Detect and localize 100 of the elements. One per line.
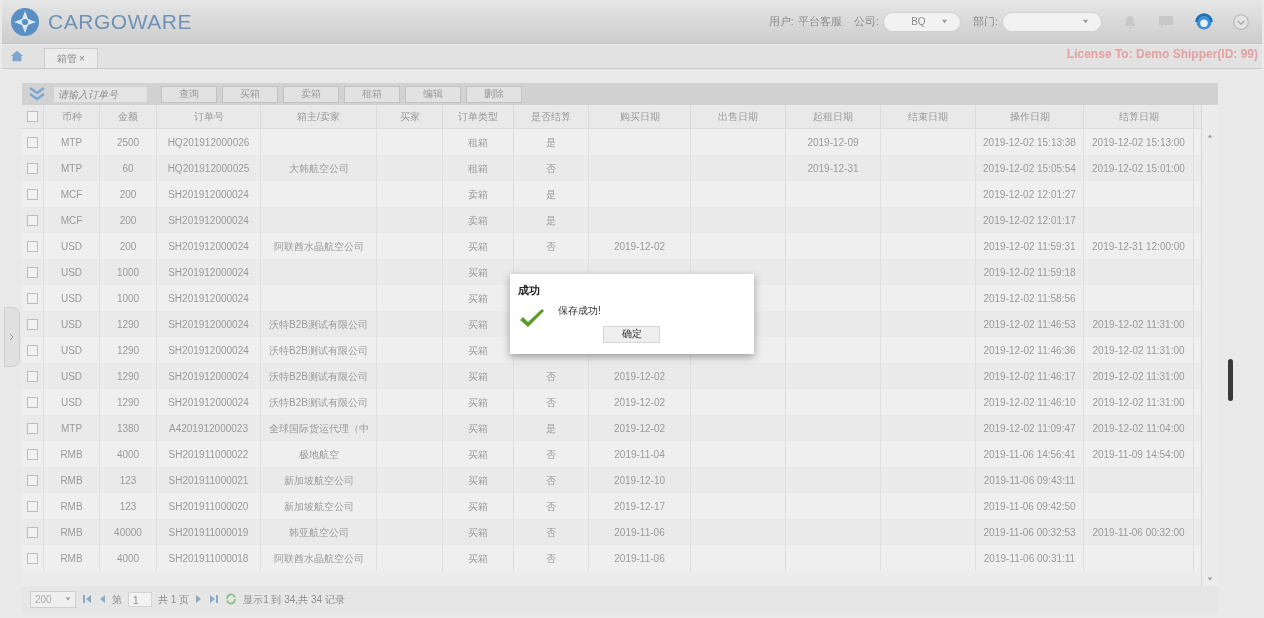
row-checkbox[interactable]	[27, 266, 38, 278]
table-cell-text: 2019-12-09	[807, 135, 859, 150]
table-cell-text: SH201911000019	[168, 525, 249, 540]
table-cell-text: 阿联酋水晶航空公司	[273, 551, 364, 566]
table-cell-text: SH201912000024	[168, 187, 249, 202]
logo-icon	[10, 6, 40, 37]
column-header[interactable]: 订单号	[193, 109, 224, 124]
table-cell-text: 买箱	[468, 317, 488, 332]
table-cell-text: RMB	[60, 473, 83, 488]
table-cell-text: 1380	[116, 421, 140, 436]
table-cell-text: 40000	[114, 525, 142, 540]
toolbar-button[interactable]: 删除	[466, 85, 522, 103]
table-cell-text: 新加坡航空公司	[283, 473, 354, 488]
row-checkbox[interactable]	[27, 188, 38, 200]
table-cell-text: USD	[60, 265, 83, 280]
row-checkbox[interactable]	[27, 136, 38, 148]
app-logo-text: CARGOWARE	[48, 8, 192, 35]
table-cell-text: 2019-12-02 11:31:00	[1092, 395, 1185, 410]
table-cell-text: 新加坡航空公司	[283, 499, 354, 514]
column-header[interactable]: 币种	[61, 109, 82, 124]
table-cell-text: MTP	[60, 161, 83, 176]
table-cell-text: HQ201912000026	[167, 135, 250, 150]
table-cell-text: 2019-12-02 15:05:54	[983, 161, 1076, 176]
column-header[interactable]: 结算日期	[1118, 109, 1159, 124]
department-select[interactable]	[1002, 11, 1102, 32]
company-select[interactable]: BQ	[882, 11, 961, 32]
row-checkbox[interactable]	[27, 396, 38, 408]
row-checkbox[interactable]	[27, 500, 38, 512]
dropdown-circle-icon[interactable]	[1232, 12, 1250, 31]
table-cell-text: 买箱	[468, 265, 488, 280]
table-cell-text: 2019-12-02	[613, 395, 666, 410]
table-cell-text: 阿联酋水晶航空公司	[273, 239, 364, 254]
first-page-icon[interactable]	[82, 594, 92, 604]
refresh-icon[interactable]	[225, 593, 238, 605]
table-cell-text: 2019-12-02 11:59:18	[983, 265, 1076, 280]
table-cell-text: 2019-12-02 11:59:31	[983, 239, 1076, 254]
row-checkbox[interactable]	[27, 474, 38, 486]
table-cell-text: MCF	[60, 187, 83, 202]
table-cell-text: MTP	[60, 421, 83, 436]
row-checkbox[interactable]	[27, 292, 38, 304]
table-cell-text: SH201911000020	[168, 499, 249, 514]
table-cell-text: 2019-12-02 11:31:00	[1092, 317, 1185, 332]
close-icon[interactable]: ×	[79, 51, 85, 66]
table-cell-text: USD	[60, 291, 83, 306]
table-cell-text: 2019-11-06 00:32:53	[983, 525, 1076, 540]
row-checkbox[interactable]	[27, 370, 38, 382]
table-cell-text: 是	[546, 421, 556, 436]
table-cell-text: 否	[546, 473, 556, 488]
column-header[interactable]: 结束日期	[908, 109, 948, 124]
row-checkbox[interactable]	[27, 422, 38, 434]
header-checkbox[interactable]	[27, 111, 38, 122]
table-cell-text: SH201911000018	[168, 551, 249, 566]
table-cell-text: SH201911000022	[168, 447, 249, 462]
row-checkbox[interactable]	[27, 240, 38, 252]
table-cell-text: 沃特B2B测试有限公司	[269, 395, 368, 410]
row-checkbox[interactable]	[27, 214, 38, 226]
sidebar-toggle-icon[interactable]	[4, 307, 20, 367]
table-cell-text: USD	[60, 239, 83, 254]
table-cell-text: 否	[546, 395, 556, 410]
row-checkbox[interactable]	[27, 162, 38, 174]
toolbar-button[interactable]: 租箱	[344, 85, 400, 103]
ok-button[interactable]: 确定	[603, 325, 660, 343]
column-header[interactable]: 买家	[399, 109, 420, 124]
toolbar-button[interactable]: 编辑	[405, 85, 461, 103]
column-header[interactable]: 是否结算	[531, 109, 571, 124]
table-cell-text: 2019-12-02 15:01:00	[1092, 161, 1185, 176]
table-cell-text: 买箱	[468, 291, 488, 306]
table-cell-text: A4201912000023	[169, 421, 248, 436]
row-checkbox[interactable]	[27, 344, 38, 356]
home-icon[interactable]	[10, 49, 24, 63]
headset-icon[interactable]	[1194, 11, 1214, 32]
column-header[interactable]: 金额	[118, 109, 138, 124]
last-page-icon[interactable]	[209, 594, 220, 604]
page-size-select[interactable]: 200	[30, 590, 76, 608]
table-cell-text: MCF	[60, 213, 83, 228]
table-cell-text: 否	[546, 551, 556, 566]
department-label: 部门:	[972, 14, 998, 30]
previous-page-icon[interactable]	[98, 594, 106, 604]
column-header[interactable]: 起租日期	[813, 109, 853, 124]
table-cell-text: 买箱	[468, 421, 488, 436]
table-cell-text: 全球国际货运代理（中	[268, 421, 369, 436]
page-number-field[interactable]: 1	[128, 591, 152, 607]
table-cell-text: 200	[119, 213, 137, 228]
column-header[interactable]: 出售日期	[718, 109, 758, 124]
column-header[interactable]: 操作日期	[1009, 109, 1050, 124]
row-checkbox[interactable]	[27, 526, 38, 538]
toolbar-button[interactable]: 买箱	[222, 85, 278, 103]
row-checkbox[interactable]	[27, 318, 38, 330]
column-header[interactable]: 购买日期	[619, 109, 660, 124]
table-cell-text: USD	[60, 343, 83, 358]
row-checkbox[interactable]	[27, 552, 38, 564]
row-checkbox[interactable]	[27, 448, 38, 460]
toolbar-button[interactable]: 卖箱	[283, 85, 339, 103]
tab[interactable]: 箱管 ×	[44, 48, 98, 68]
caret-icon	[1082, 18, 1089, 25]
column-header[interactable]: 订单类型	[458, 109, 498, 124]
column-header[interactable]: 箱主/卖家	[297, 109, 340, 124]
toolbar-button[interactable]: 查询	[161, 85, 217, 103]
table-cell-text: 2019-12-02 15:13:00	[1092, 135, 1185, 150]
search-field[interactable]: 请输入订单号	[53, 85, 148, 103]
